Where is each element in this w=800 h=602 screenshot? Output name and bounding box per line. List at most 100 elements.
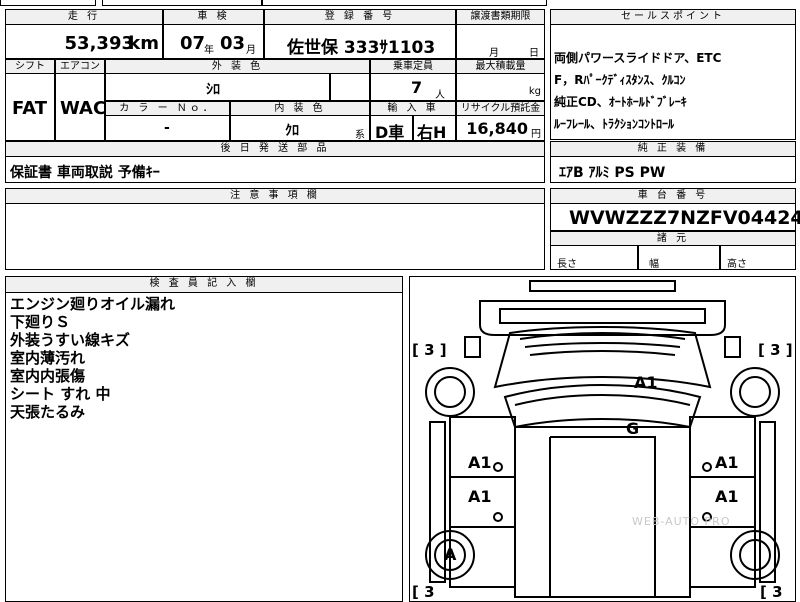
max-load-cell: kg <box>456 73 545 101</box>
max-load-unit: kg <box>528 86 541 97</box>
inspector-notes-list: エンジン廻りオイル漏れ 下廻りＳ 外装うすい線キズ 室内薄汚れ 室内内張傷 シー… <box>10 295 175 421</box>
height-cell: 高さ <box>720 245 796 270</box>
exterior-color-cell: ｼﾛ <box>105 73 330 101</box>
mileage-header: 走 行 <box>5 9 163 25</box>
shift-cell: FAT <box>5 73 55 141</box>
registration-cell: 佐世保 333ｻ1103 <box>264 24 456 59</box>
sales-points-header: セールスポイント <box>550 9 796 25</box>
genuine-equipment-value: ｴｱB ｱﾙﾐ PS PW <box>559 165 666 181</box>
inspection-month: 03 <box>220 33 246 54</box>
mark-hood: A1 <box>634 373 658 392</box>
interior-color-header: 内 装 色 <box>230 101 370 116</box>
bracket-front-left: [ 3 ] <box>412 341 447 359</box>
accessories-header: 後 日 発 送 部 品 <box>5 141 545 157</box>
inspector-note: シート すれ 中 <box>10 385 111 403</box>
chassis-header: 車 台 番 号 <box>550 188 796 204</box>
inspection-month-unit: 月 <box>246 45 256 56</box>
genuine-equipment-cell: ｴｱB ｱﾙﾐ PS PW <box>550 156 796 183</box>
capacity-unit: 人 <box>435 90 445 101</box>
car-outline-icon <box>425 280 780 598</box>
interior-color-suffix: 系 <box>355 130 365 141</box>
top-cut-cell <box>102 0 262 6</box>
recycle-value: 16,840 <box>466 119 528 138</box>
height-label: 高さ <box>727 259 747 270</box>
top-cut-cell <box>262 0 547 6</box>
interior-color-value: ｸﾛ <box>285 123 299 139</box>
mark-door-right-front: A1 <box>715 453 739 472</box>
sales-points-list: 両側パワースライドドア、ETC F，Rﾊﾟｰｸﾃﾞｨｽﾀﾝｽ、ｸﾙｺﾝ 純正CD… <box>554 47 721 135</box>
sales-point-line: ﾙｰﾌﾚｰﾙ、ﾄﾗｸｼｮﾝｺﾝﾄﾛｰﾙ <box>554 117 675 131</box>
inspector-note: エンジン廻りオイル漏れ <box>10 295 176 313</box>
inspector-note: 下廻りＳ <box>10 313 71 331</box>
max-load-header: 最大積載量 <box>456 59 545 74</box>
aircon-header: エアコン <box>55 59 105 74</box>
dimensions-header: 諸 元 <box>550 231 796 246</box>
capacity-value: 7 <box>411 78 423 97</box>
inspector-note: 天張たるみ <box>10 403 86 421</box>
genuine-equipment-header: 純 正 装 備 <box>550 141 796 157</box>
width-label: 幅 <box>649 259 659 270</box>
top-cut-cell <box>0 0 96 6</box>
recycle-cell: 16,840 円 <box>456 115 545 141</box>
transfer-month-unit: 月 <box>489 48 499 59</box>
mark-door-left-front: A1 <box>468 453 492 472</box>
bracket-rear-left: [ 3 <box>412 583 435 601</box>
transfer-day-unit: 日 <box>529 48 539 59</box>
notes-cell <box>5 203 545 270</box>
shift-header: シフト <box>5 59 55 74</box>
transfer-cell: 月 日 <box>456 24 545 59</box>
bracket-rear-right: [ 3 <box>760 583 783 601</box>
exterior-color-sub-cell <box>330 73 370 101</box>
inspection-year-unit: 年 <box>204 45 214 56</box>
mark-door-right-rear: A1 <box>715 487 739 506</box>
width-cell: 幅 <box>638 245 720 270</box>
sales-point-line: 純正CD、ｵｰﾄﾎｰﾙﾄﾞﾌﾞﾚｰｷ <box>554 95 687 109</box>
sales-point-line: 両側パワースライドドア、ETC <box>554 51 722 65</box>
interior-color-cell: ｸﾛ 系 <box>230 115 370 141</box>
shift-value: FAT <box>12 98 48 119</box>
bracket-front-right: [ 3 ] <box>758 341 793 359</box>
inspector-note: 室内内張傷 <box>10 367 86 385</box>
sales-point-line: F，Rﾊﾟｰｸﾃﾞｨｽﾀﾝｽ、ｸﾙｺﾝ <box>554 73 686 87</box>
color-no-header: カ ラ ー Ｎｏ． <box>105 101 230 116</box>
exterior-color-value: ｼﾛ <box>206 82 220 98</box>
mark-door-left-rear: A1 <box>468 487 492 506</box>
chassis-cell: WVWZZZ7NZFV044242 <box>550 203 800 231</box>
accessories-value: 保証書 車両取説 予備ｷｰ <box>10 165 160 181</box>
recycle-header: リサイクル預託金 <box>456 101 545 116</box>
aircon-value: WAC <box>60 98 107 119</box>
inspection-header: 車 検 <box>163 9 264 25</box>
mark-wheel-left-front: A <box>444 545 457 564</box>
inspector-header: 検 査 員 記 入 欄 <box>5 276 403 293</box>
accessories-cell: 保証書 車両取説 予備ｷｰ <box>5 156 545 183</box>
length-label: 長さ <box>557 259 577 270</box>
steering-value: 右H <box>417 123 447 142</box>
registration-header: 登 録 番 号 <box>264 9 456 25</box>
mileage-unit: km <box>128 33 159 54</box>
inspection-year: 07 <box>180 33 206 54</box>
mileage-value: 53,393 <box>64 33 134 54</box>
mark-roof: G <box>626 419 640 438</box>
inspector-cell: エンジン廻りオイル漏れ 下廻りＳ 外装うすい線キズ 室内薄汚れ 室内内張傷 シー… <box>5 292 403 602</box>
notes-header: 注 意 事 項 欄 <box>5 188 545 204</box>
capacity-cell: 7 人 <box>370 73 456 101</box>
watermark: WEB-AUTO PRO <box>632 515 731 528</box>
color-no-value: - <box>164 120 170 136</box>
import-car-header: 輸 入 車 <box>370 101 456 116</box>
length-cell: 長さ <box>550 245 638 270</box>
inspection-cell: 07 年 03 月 <box>163 24 264 59</box>
steering-cell: 右H <box>413 115 456 142</box>
damage-diagram: A1 G A1 A1 A1 A1 A [ 3 ] [ 3 ] [ 3 [ 3 W… <box>409 276 796 602</box>
recycle-unit: 円 <box>531 129 541 140</box>
color-no-cell: - <box>105 115 230 141</box>
registration-value: 佐世保 333ｻ1103 <box>287 38 436 58</box>
inspector-note: 外装うすい線キズ <box>10 331 131 349</box>
aircon-cell: WAC <box>55 73 107 141</box>
chassis-value: WVWZZZ7NZFV044242 <box>569 207 800 229</box>
sales-points-cell: 両側パワースライドドア、ETC F，Rﾊﾟｰｸﾃﾞｨｽﾀﾝｽ、ｸﾙｺﾝ 純正CD… <box>550 24 796 140</box>
exterior-color-header: 外 装 色 <box>105 59 370 74</box>
import-type-cell: D車 <box>370 115 413 142</box>
capacity-header: 乗車定員 <box>370 59 456 74</box>
inspector-note: 室内薄汚れ <box>10 349 86 367</box>
import-type-value: D車 <box>375 123 405 142</box>
